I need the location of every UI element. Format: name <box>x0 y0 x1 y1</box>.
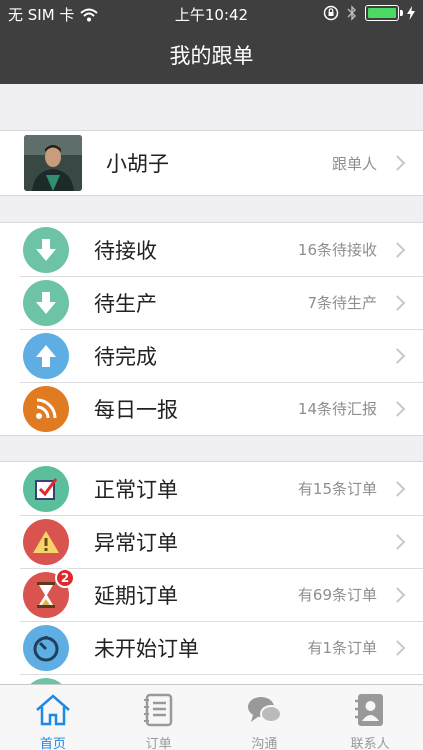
list-item-label: 延期订单 <box>94 583 178 608</box>
workflow-group: 待接收 16条待接收 待生产 7条待生产 待完成 每日一报 14条待汇报 <box>0 222 423 436</box>
list-item-label: 待完成 <box>94 344 157 369</box>
warning-icon <box>23 518 69 565</box>
bluetooth-icon <box>347 5 356 21</box>
nav-bar: 我的跟单 <box>0 28 423 84</box>
order-list-icon <box>143 693 172 727</box>
chevron-right-icon <box>389 533 406 550</box>
tab-orders[interactable]: 订单 <box>106 685 212 750</box>
list-item-label: 正常订单 <box>94 477 178 502</box>
list-item-label: 异常订单 <box>94 530 178 555</box>
list-item-label: 待生产 <box>94 291 157 316</box>
status-right <box>323 5 415 21</box>
status-bar: 无 SIM 卡 上午10:42 <box>0 0 423 28</box>
arrow-up-icon <box>23 332 69 379</box>
contacts-icon <box>355 694 384 726</box>
chevron-right-icon <box>389 241 406 258</box>
tab-label: 联系人 <box>350 737 390 750</box>
tab-contacts[interactable]: 联系人 <box>317 685 423 750</box>
chevron-right-icon <box>389 155 406 171</box>
battery-icon <box>365 5 403 21</box>
chevron-right-icon <box>389 347 406 364</box>
arrow-down-icon <box>23 226 69 273</box>
list-item-abnormal-orders[interactable]: 异常订单 <box>0 515 423 568</box>
rss-icon <box>23 385 69 432</box>
notification-badge: 2 <box>55 567 75 588</box>
list-item-detail: 有15条订单 <box>297 480 377 498</box>
profile-group: 小胡子 跟单人 <box>0 130 423 196</box>
timer-icon <box>23 624 69 671</box>
list-item-detail: 7条待生产 <box>307 294 377 312</box>
profile-row[interactable]: 小胡子 跟单人 <box>0 131 423 195</box>
page-title: 我的跟单 <box>169 44 254 68</box>
list-item-detail: 有1条订单 <box>307 639 377 657</box>
chevron-right-icon <box>389 639 406 656</box>
list-item-delayed-orders[interactable]: 2 延期订单 有69条订单 <box>0 567 423 621</box>
arrow-down-icon <box>23 279 69 326</box>
list-item-label: 未开始订单 <box>94 636 199 661</box>
tab-label: 首页 <box>39 737 66 750</box>
list-item-pending-production[interactable]: 待生产 7条待生产 <box>0 276 423 329</box>
list-item-label: 每日一报 <box>94 397 178 422</box>
tab-home[interactable]: 首页 <box>0 685 106 750</box>
chevron-right-icon <box>389 480 406 497</box>
checkbox-icon <box>23 465 69 512</box>
avatar <box>24 135 82 191</box>
hourglass-icon: 2 <box>23 567 75 618</box>
chevron-right-icon <box>389 586 406 603</box>
list-item-label: 待接收 <box>94 238 157 263</box>
profile-name: 小胡子 <box>106 152 169 176</box>
tab-label: 订单 <box>145 737 172 750</box>
tab-bar: 首页 订单 沟通 联系人 <box>0 684 423 750</box>
rotation-lock-icon <box>323 5 339 21</box>
list-item-pending-complete[interactable]: 待完成 <box>0 329 423 382</box>
chevron-right-icon <box>389 294 406 311</box>
tab-chat[interactable]: 沟通 <box>212 685 318 750</box>
home-icon <box>36 694 70 726</box>
tab-label: 沟通 <box>251 737 278 750</box>
list-item-normal-orders[interactable]: 正常订单 有15条订单 <box>0 462 423 515</box>
list-item-pending-receive[interactable]: 待接收 16条待接收 <box>0 223 423 276</box>
list-item-detail: 16条待接收 <box>297 241 377 259</box>
chevron-right-icon <box>389 400 406 417</box>
list-item-detail: 有69条订单 <box>297 586 377 604</box>
list-item-not-started-orders[interactable]: 未开始订单 有1条订单 <box>0 621 423 674</box>
chat-icon <box>248 697 283 723</box>
list-item-daily-report[interactable]: 每日一报 14条待汇报 <box>0 382 423 435</box>
list-item-detail: 14条待汇报 <box>297 400 377 418</box>
profile-role: 跟单人 <box>331 154 377 173</box>
charging-icon <box>407 6 415 20</box>
